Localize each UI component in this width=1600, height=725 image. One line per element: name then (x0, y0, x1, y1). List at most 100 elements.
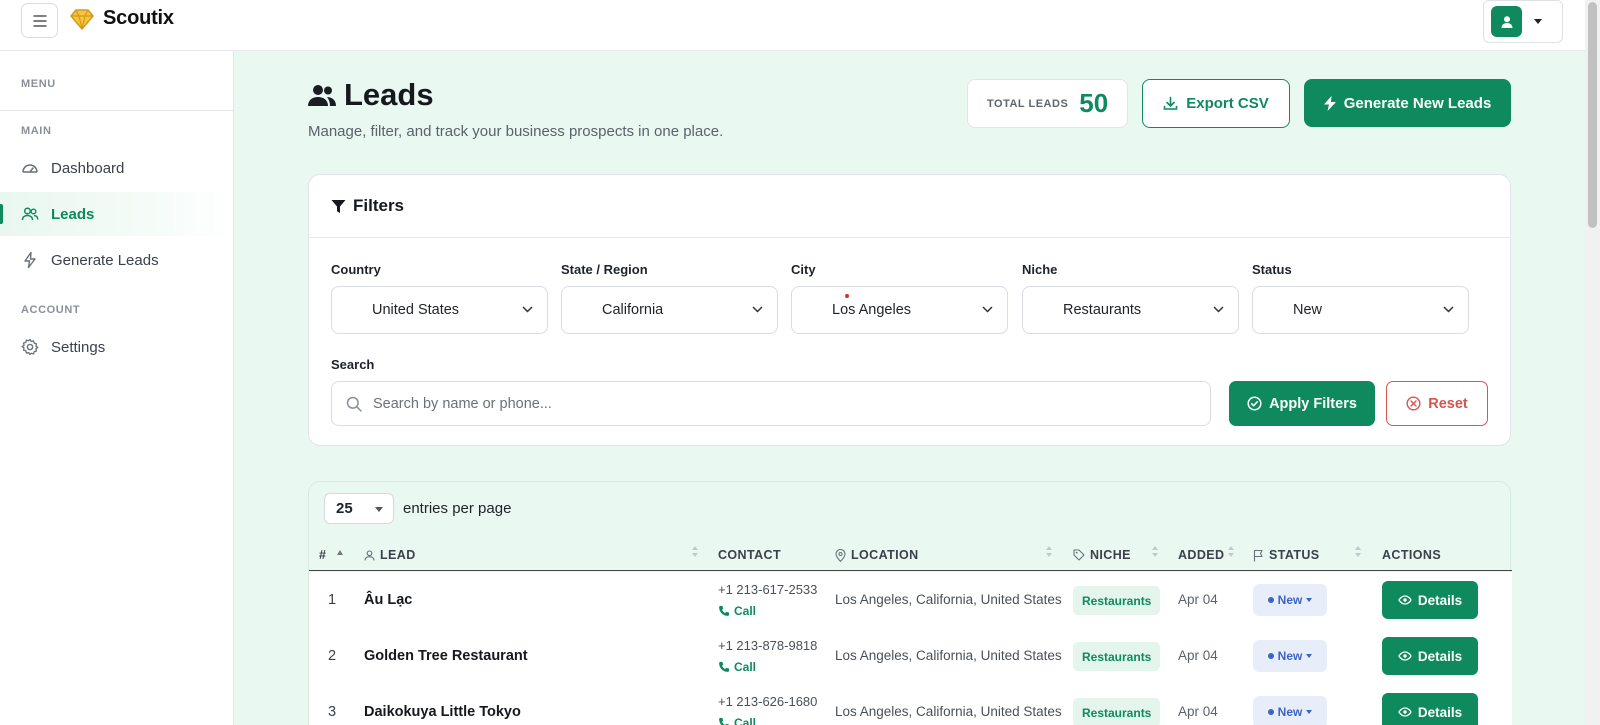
sidebar-item-leads[interactable]: Leads (0, 192, 233, 236)
total-leads-label: TOTAL LEADS (987, 97, 1069, 110)
search-input[interactable] (373, 395, 1193, 412)
status-label: New (1277, 649, 1303, 663)
chevron-down-icon (1213, 306, 1224, 313)
sidebar-item-generate-leads[interactable]: Generate Leads (0, 238, 233, 282)
chevron-down-icon (522, 306, 533, 313)
details-label: Details (1417, 648, 1463, 664)
sidebar-menu-label: MENU (21, 78, 56, 90)
lead-name[interactable]: Âu Lạc (364, 592, 412, 608)
status-dropdown[interactable]: New (1253, 696, 1327, 725)
column-label: CONTACT (718, 548, 781, 562)
column-header-location[interactable]: LOCATION (835, 548, 919, 562)
page-title: Leads (308, 77, 434, 113)
check-circle-icon (1247, 396, 1262, 411)
entries-label: entries per page (403, 500, 512, 517)
diamond-logo-icon (70, 8, 94, 30)
phone-icon (719, 717, 729, 725)
search-icon (346, 396, 362, 412)
details-button[interactable]: Details (1382, 581, 1478, 619)
state-select[interactable]: California (561, 286, 778, 334)
status-label: Status (1252, 262, 1292, 277)
table-row: 3 Daikokuya Little Tokyo +1 213-626-1680… (309, 684, 1512, 725)
column-label: LEAD (380, 548, 416, 562)
reset-label: Reset (1428, 395, 1468, 412)
filters-title: Filters (353, 196, 405, 215)
city-select[interactable]: Los Angeles (791, 286, 1008, 334)
users-icon (21, 207, 39, 221)
column-header-added[interactable]: ADDED (1178, 548, 1224, 562)
sidebar-item-dashboard[interactable]: Dashboard (0, 146, 233, 190)
column-header-num[interactable]: # (319, 548, 344, 562)
page-scrollbar[interactable] (1585, 0, 1600, 725)
call-link[interactable]: Call (718, 660, 756, 674)
menu-toggle-button[interactable] (21, 3, 58, 38)
export-csv-button[interactable]: Export CSV (1142, 79, 1290, 128)
leads-table-card: 25 entries per page # LEAD CONTACT LOCAT… (308, 481, 1512, 725)
table-header: # LEAD CONTACT LOCATION NICHE ADDED STAT… (309, 536, 1512, 571)
apply-filters-button[interactable]: Apply Filters (1229, 381, 1375, 426)
bolt-icon (1323, 95, 1336, 111)
column-header-contact[interactable]: CONTACT (718, 548, 781, 562)
reset-button[interactable]: Reset (1386, 381, 1488, 426)
scrollbar-thumb[interactable] (1588, 2, 1597, 228)
chevron-down-icon (375, 507, 383, 512)
lead-name[interactable]: Daikokuya Little Tokyo (364, 704, 521, 720)
country-select[interactable]: United States (331, 286, 548, 334)
sidebar-main-label: MAIN (21, 125, 52, 137)
x-circle-icon (1406, 396, 1421, 411)
phone-number: +1 213-878-9818 (718, 638, 818, 653)
column-label: ACTIONS (1382, 548, 1442, 562)
details-button[interactable]: Details (1382, 693, 1478, 725)
location: Los Angeles, California, United States (835, 648, 1062, 663)
total-leads-value: 50 (1079, 88, 1109, 118)
phone-number: +1 213-626-1680 (718, 694, 818, 709)
bolt-icon (24, 251, 36, 269)
page-size-select[interactable]: 25 (324, 493, 394, 524)
column-header-lead[interactable]: LEAD (364, 548, 416, 562)
indicator-dot (845, 294, 849, 298)
search-field[interactable] (331, 381, 1211, 426)
sort-icon (1228, 546, 1234, 558)
column-label: NICHE (1090, 548, 1131, 562)
generate-new-leads-label: Generate New Leads (1343, 94, 1492, 112)
lead-name[interactable]: Golden Tree Restaurant (364, 648, 528, 664)
added-date: Apr 04 (1178, 648, 1218, 663)
niche-select[interactable]: Restaurants (1022, 286, 1239, 334)
column-header-niche[interactable]: NICHE (1073, 548, 1131, 562)
apply-filters-label: Apply Filters (1269, 395, 1357, 412)
phone-icon (719, 661, 730, 672)
map-pin-icon (835, 548, 846, 562)
status-dropdown[interactable]: New (1253, 584, 1327, 616)
main-content: Leads Manage, filter, and track your bus… (234, 51, 1585, 725)
column-label: LOCATION (851, 548, 919, 562)
row-number: 3 (328, 704, 337, 720)
sidebar-item-label: Dashboard (51, 159, 125, 177)
niche-label: Niche (1022, 262, 1058, 277)
details-button[interactable]: Details (1382, 637, 1478, 675)
page-size-value: 25 (336, 500, 353, 517)
eye-icon (1398, 707, 1412, 717)
call-link[interactable]: Call (718, 604, 756, 618)
status-select[interactable]: New (1252, 286, 1469, 334)
sort-icon (1046, 546, 1052, 558)
status-dropdown[interactable]: New (1253, 640, 1327, 672)
dashboard-icon (22, 164, 38, 173)
generate-new-leads-button[interactable]: Generate New Leads (1304, 79, 1511, 127)
user-menu[interactable] (1483, 0, 1563, 43)
column-header-status[interactable]: STATUS (1253, 548, 1320, 562)
niche-badge: Restaurants (1073, 586, 1161, 615)
sidebar-item-settings[interactable]: Settings (0, 325, 233, 369)
chevron-down-icon (1306, 598, 1313, 602)
call-link[interactable]: Call (718, 716, 756, 725)
sidebar-divider (0, 110, 233, 111)
chevron-down-icon (752, 306, 763, 313)
column-label: STATUS (1269, 548, 1320, 562)
page-title-text: Leads (344, 77, 434, 112)
added-date: Apr 04 (1178, 592, 1218, 607)
brand[interactable]: Scoutix (70, 7, 174, 30)
state-label: State / Region (561, 262, 648, 277)
page-subtitle: Manage, filter, and track your business … (308, 123, 724, 140)
status-label: New (1277, 593, 1303, 607)
sort-icon (1152, 546, 1158, 558)
column-label: # (319, 548, 327, 562)
